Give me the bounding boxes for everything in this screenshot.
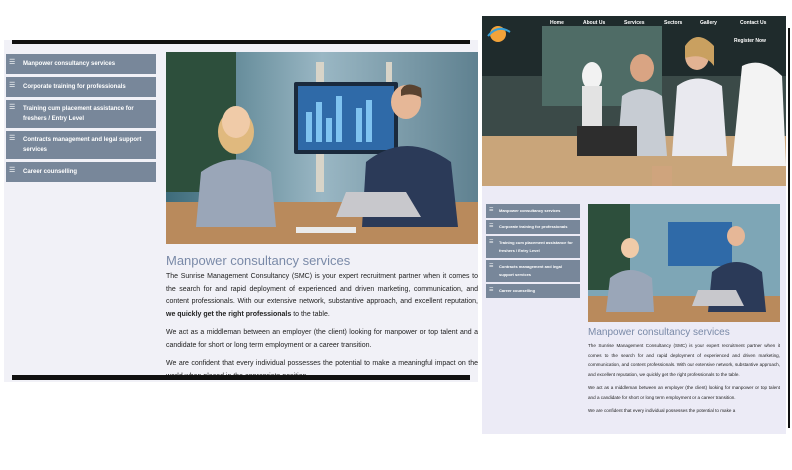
page-title: Manpower consultancy services [588, 327, 730, 338]
office-meeting-photo [166, 52, 478, 244]
sidebar-item-contracts[interactable]: ☰ Contracts management and legal support… [6, 131, 156, 162]
nav-contact[interactable]: Contact Us [740, 20, 766, 26]
sidebar-item-career-counselling[interactable]: ☰ Career counselling [486, 284, 580, 300]
sidebar-item-label: Manpower consultancy services [23, 61, 116, 67]
list-icon: ☰ [9, 59, 16, 66]
sidebar-item-manpower[interactable]: ☰ Manpower consultancy services [486, 204, 580, 220]
sidebar-item-label: Training cum placement assistance for fr… [23, 106, 134, 122]
services-sidebar: ☰ Manpower consultancy services ☰ Corpor… [6, 54, 156, 185]
list-icon: ☰ [489, 239, 494, 245]
list-icon: ☰ [9, 104, 16, 111]
tablet-screenshot: Home About Us Services Sectors Gallery C… [482, 16, 786, 434]
sidebar-item-label: Contracts management and legal support s… [23, 137, 142, 153]
sidebar-item-manpower[interactable]: ☰ Manpower consultancy services [6, 54, 156, 77]
frame-right-bar [788, 28, 790, 428]
office-meeting-photo [588, 204, 780, 322]
frame-top-bar [12, 40, 470, 44]
paragraph-confidence: We are confident that every individual p… [588, 408, 736, 413]
sidebar-item-contracts[interactable]: ☰ Contracts management and legal support… [486, 260, 580, 284]
page-body: The Sunrise Management Consultancy (SMC)… [166, 271, 478, 382]
sidebar-item-label: Career counselling [23, 169, 78, 175]
paragraph-intro: The Sunrise Management Consultancy (SMC)… [588, 343, 780, 377]
list-icon: ☰ [9, 82, 16, 89]
page-title: Manpower consultancy services [166, 253, 351, 268]
sidebar-item-label: Training cum placement assistance for fr… [499, 240, 573, 253]
register-now-link[interactable]: Register Now [734, 38, 766, 44]
list-icon: ☰ [489, 207, 494, 213]
sidebar-item-label: Contracts management and legal support s… [499, 264, 562, 277]
paragraph-middleman: We act as a middleman between an employe… [166, 329, 478, 349]
top-navigation: Home About Us Services Sectors Gallery C… [482, 16, 786, 50]
sidebar-item-training-placement[interactable]: ☰ Training cum placement assistance for … [6, 100, 156, 131]
sidebar-item-label: Corporate training for professionals [499, 224, 568, 229]
sidebar-item-label: Manpower consultancy services [499, 208, 561, 213]
sidebar-item-corporate-training[interactable]: ☰ Corporate training for professionals [6, 77, 156, 100]
list-icon: ☰ [9, 135, 16, 142]
page-body: The Sunrise Management Consultancy (SMC)… [588, 341, 780, 420]
list-icon: ☰ [489, 287, 494, 293]
sunrise-logo [487, 26, 511, 42]
sidebar-item-label: Career counselling [499, 288, 536, 293]
sidebar-item-training-placement[interactable]: ☰ Training cum placement assistance for … [486, 236, 580, 260]
list-icon: ☰ [489, 263, 494, 269]
paragraph-intro: The Sunrise Management Consultancy (SMC)… [166, 273, 478, 318]
desktop-screenshot: ☰ Manpower consultancy services ☰ Corpor… [4, 40, 478, 382]
list-icon: ☰ [9, 167, 16, 174]
paragraph-middleman: We act as a middleman between an employe… [588, 385, 780, 400]
nav-services[interactable]: Services [624, 20, 645, 26]
sidebar-item-label: Corporate training for professionals [23, 84, 126, 90]
nav-gallery[interactable]: Gallery [700, 20, 717, 26]
nav-home[interactable]: Home [550, 20, 564, 26]
nav-about[interactable]: About Us [583, 20, 605, 26]
sidebar-item-corporate-training[interactable]: ☰ Corporate training for professionals [486, 220, 580, 236]
sidebar-item-career-counselling[interactable]: ☰ Career counselling [6, 162, 156, 185]
list-icon: ☰ [489, 223, 494, 229]
frame-bottom-bar [12, 375, 470, 380]
services-sidebar: ☰ Manpower consultancy services ☰ Corpor… [486, 204, 580, 300]
hero-photo: Home About Us Services Sectors Gallery C… [482, 16, 786, 186]
nav-sectors[interactable]: Sectors [664, 20, 682, 26]
